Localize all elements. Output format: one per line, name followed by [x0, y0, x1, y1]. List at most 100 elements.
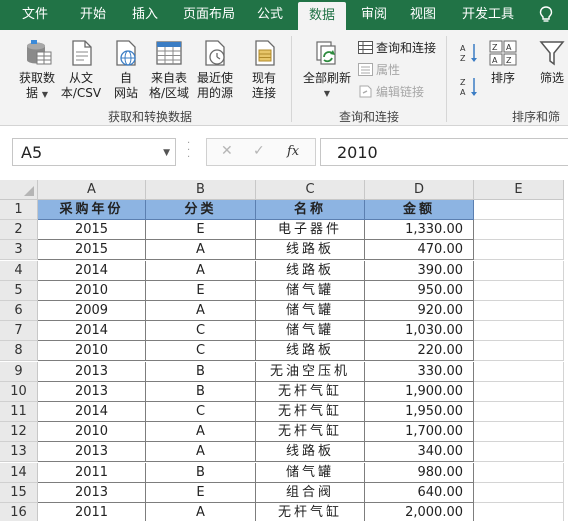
table-cell[interactable]: E	[146, 482, 256, 503]
tab-home[interactable]: 开始	[70, 0, 116, 30]
table-header-cell[interactable]: 分类	[146, 200, 256, 220]
table-cell[interactable]: 无杆气缸	[256, 422, 365, 443]
table-cell[interactable]: A	[146, 422, 256, 443]
empty-cell[interactable]	[474, 503, 564, 521]
empty-cell[interactable]	[474, 301, 564, 321]
column-header-b[interactable]: B	[146, 180, 256, 200]
edit-links-button[interactable]: 编辑链接	[358, 82, 424, 102]
table-cell[interactable]: 2009	[38, 301, 146, 321]
table-cell[interactable]: 电子器件	[256, 220, 365, 241]
table-cell[interactable]: 组合阀	[256, 482, 365, 503]
table-cell[interactable]: 1,950.00	[365, 402, 474, 422]
empty-cell[interactable]	[474, 240, 564, 261]
filter-button[interactable]: 筛选	[532, 38, 568, 86]
table-cell[interactable]: 2010	[38, 341, 146, 362]
empty-cell[interactable]	[474, 402, 564, 422]
table-cell[interactable]: 线路板	[256, 442, 365, 463]
table-cell[interactable]: C	[146, 402, 256, 422]
row-header[interactable]: 1	[0, 200, 38, 220]
column-header-a[interactable]: A	[38, 180, 146, 200]
table-cell[interactable]: 线路板	[256, 240, 365, 261]
table-cell[interactable]: 1,700.00	[365, 422, 474, 443]
column-header-c[interactable]: C	[256, 180, 365, 200]
from-text-csv-button[interactable]: 从文 本/CSV	[58, 38, 104, 101]
table-cell[interactable]: 储气罐	[256, 280, 365, 301]
empty-cell[interactable]	[474, 361, 564, 382]
sort-descending-button[interactable]: Z A	[456, 76, 482, 102]
refresh-all-button[interactable]: 全部刷新 ▼	[298, 38, 356, 101]
sort-ascending-button[interactable]: A Z	[456, 42, 482, 68]
row-header[interactable]: 12	[0, 422, 38, 443]
tab-formulas[interactable]: 公式	[248, 0, 292, 30]
table-cell[interactable]: 1,900.00	[365, 381, 474, 402]
table-cell[interactable]: 2011	[38, 503, 146, 521]
sort-button[interactable]: Z A A Z 排序	[486, 38, 520, 86]
table-cell[interactable]: A	[146, 260, 256, 281]
chevron-down-icon[interactable]: ▼	[163, 148, 170, 158]
table-cell[interactable]: 无杆气缸	[256, 402, 365, 422]
empty-cell[interactable]	[474, 442, 564, 463]
table-cell[interactable]: 470.00	[365, 240, 474, 261]
table-cell[interactable]: 2010	[38, 280, 146, 301]
tab-data[interactable]: 数据	[298, 2, 346, 30]
table-cell[interactable]: 330.00	[365, 361, 474, 382]
table-cell[interactable]: 2014	[38, 321, 146, 342]
insert-function-button[interactable]: fx	[287, 144, 299, 159]
empty-cell[interactable]	[474, 280, 564, 301]
tab-review[interactable]: 审阅	[352, 0, 396, 30]
table-cell[interactable]: B	[146, 462, 256, 483]
recent-sources-button[interactable]: 最近使 用的源	[192, 38, 238, 101]
tab-page-layout[interactable]: 页面布局	[176, 0, 242, 30]
table-cell[interactable]: 2014	[38, 260, 146, 281]
lightbulb-icon[interactable]	[538, 6, 554, 24]
column-header-d[interactable]: D	[365, 180, 474, 200]
tab-developer[interactable]: 开发工具	[452, 0, 524, 30]
table-cell[interactable]: 无杆气缸	[256, 503, 365, 521]
table-cell[interactable]: 640.00	[365, 482, 474, 503]
table-cell[interactable]: A	[146, 503, 256, 521]
table-cell[interactable]: B	[146, 361, 256, 382]
table-cell[interactable]: 无杆气缸	[256, 381, 365, 402]
empty-cell[interactable]	[474, 381, 564, 402]
empty-cell[interactable]	[474, 321, 564, 342]
row-header[interactable]: 5	[0, 280, 38, 301]
row-header[interactable]: 13	[0, 442, 38, 463]
table-header-cell[interactable]: 名称	[256, 200, 365, 220]
from-table-range-button[interactable]: 来自表 格/区域	[146, 38, 192, 101]
empty-cell[interactable]	[474, 200, 564, 220]
table-cell[interactable]: 1,030.00	[365, 321, 474, 342]
row-header[interactable]: 4	[0, 260, 38, 281]
row-header[interactable]: 16	[0, 503, 38, 521]
table-cell[interactable]: 2,000.00	[365, 503, 474, 521]
table-cell[interactable]: 2014	[38, 402, 146, 422]
table-cell[interactable]: 线路板	[256, 341, 365, 362]
existing-connections-button[interactable]: 现有 连接	[242, 38, 286, 101]
table-cell[interactable]: 1,330.00	[365, 220, 474, 241]
table-header-cell[interactable]: 采购年份	[38, 200, 146, 220]
row-header[interactable]: 3	[0, 240, 38, 261]
row-header[interactable]: 6	[0, 301, 38, 321]
table-cell[interactable]: B	[146, 381, 256, 402]
table-cell[interactable]: A	[146, 301, 256, 321]
table-cell[interactable]: A	[146, 240, 256, 261]
confirm-icon[interactable]: ✓	[253, 143, 265, 159]
table-cell[interactable]: 2015	[38, 240, 146, 261]
table-cell[interactable]: 920.00	[365, 301, 474, 321]
table-cell[interactable]: 220.00	[365, 341, 474, 362]
table-cell[interactable]: 390.00	[365, 260, 474, 281]
table-cell[interactable]: 2013	[38, 482, 146, 503]
empty-cell[interactable]	[474, 482, 564, 503]
table-cell[interactable]: 340.00	[365, 442, 474, 463]
cancel-icon[interactable]: ✕	[221, 143, 233, 159]
tab-file[interactable]: 文件	[14, 0, 56, 30]
table-header-cell[interactable]: 金额	[365, 200, 474, 220]
formula-bar-grip[interactable]: · · ·	[187, 139, 191, 163]
empty-cell[interactable]	[474, 462, 564, 483]
row-header[interactable]: 7	[0, 321, 38, 342]
tab-insert[interactable]: 插入	[124, 0, 166, 30]
table-cell[interactable]: C	[146, 341, 256, 362]
empty-cell[interactable]	[474, 220, 564, 241]
row-header[interactable]: 2	[0, 220, 38, 241]
table-cell[interactable]: E	[146, 220, 256, 241]
queries-connections-button[interactable]: 查询和连接	[358, 38, 436, 58]
